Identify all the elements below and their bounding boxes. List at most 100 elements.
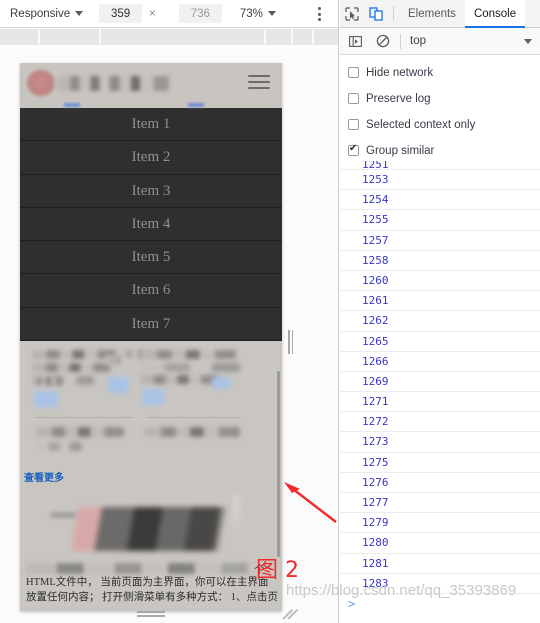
viewport-height-resize-handle[interactable] [137, 611, 165, 619]
tab-elements[interactable]: Elements [399, 0, 465, 28]
log-value: 1273 [362, 435, 389, 449]
menu-item-label: Item 2 [131, 149, 171, 166]
menu-item-label: Item 7 [131, 315, 171, 332]
log-value: 1271 [362, 395, 389, 409]
inspect-element-icon[interactable] [340, 2, 364, 26]
log-row: 1251 [340, 161, 540, 170]
log-row: 1269 [340, 372, 540, 393]
log-row: 1255 [340, 210, 540, 231]
option-group-similar[interactable]: Group similar [348, 141, 540, 160]
site-header [20, 63, 282, 103]
console-sidebar-icon[interactable] [343, 29, 367, 53]
menu-item-3[interactable]: Item 3 [20, 175, 282, 208]
log-row: 1276 [340, 473, 540, 493]
menu-item-6[interactable]: Item 6 [20, 274, 282, 308]
menu-item-5[interactable]: Item 5 [20, 241, 282, 275]
console-context-dropdown[interactable]: top [406, 35, 540, 47]
screenshot-root: Responsive 359 × 736 73% Item 1 Item 2 I… [0, 0, 540, 623]
chevron-down-icon [267, 11, 276, 16]
device-toolbar-icon[interactable] [364, 2, 388, 26]
log-value: 1266 [362, 354, 389, 368]
console-context-value: top [410, 35, 426, 47]
log-value: 1262 [362, 314, 389, 328]
page-scrollbar-thumb[interactable] [277, 371, 280, 558]
log-value: 1280 [362, 536, 389, 550]
menu-item-4[interactable]: Item 4 [20, 208, 282, 242]
viewport-corner-resize-handle[interactable] [282, 606, 298, 620]
see-more-link[interactable]: 查看更多 [24, 469, 64, 484]
log-value: 1276 [362, 475, 389, 489]
log-value: 1257 [362, 233, 389, 247]
site-content-area: 注意滑块的 新位置 查看更多 个 HTML文件中， 当前页面为主界面，你可以在主… [20, 341, 282, 606]
zoom-level-dropdown[interactable]: 73% [240, 8, 276, 20]
red-arrow-up-left-icon [284, 482, 337, 523]
log-value: 1275 [362, 455, 389, 469]
emulated-viewport[interactable]: Item 1 Item 2 Item 3 Item 4 Item 5 Item … [20, 63, 282, 611]
log-row: 1273 [340, 432, 540, 453]
menu-item-label: Item 3 [131, 182, 171, 199]
paragraph-line-1: HTML文件中， 当前页面为主界面，你可以在主界面 [26, 577, 269, 589]
tab-console[interactable]: Console [464, 0, 526, 28]
handle-bar [291, 330, 293, 354]
filterbar-divider [400, 33, 401, 49]
menu-item-label: Item 6 [131, 282, 171, 299]
log-value: 1260 [362, 273, 389, 287]
menu-item-label: Item 4 [131, 215, 171, 232]
log-value: 1279 [362, 516, 389, 530]
menu-item-7[interactable]: Item 7 [20, 308, 282, 342]
option-hide-network[interactable]: Hide network [348, 63, 540, 82]
log-row: 1253 [340, 170, 540, 191]
log-value: 1269 [362, 374, 389, 388]
viewport-ruler[interactable] [0, 29, 338, 45]
log-row: 1271 [340, 392, 540, 413]
log-row: 1272 [340, 412, 540, 433]
log-value: 1272 [362, 415, 389, 429]
site-title-text [57, 75, 169, 91]
viewport-width-input[interactable]: 359 [99, 4, 143, 23]
log-row: 1281 [340, 554, 540, 574]
side-slide-menu: Item 1 Item 2 Item 3 Item 4 Item 5 Item … [20, 108, 282, 342]
log-value: 1253 [362, 173, 389, 186]
option-preserve-log[interactable]: Preserve log [348, 89, 540, 108]
figure-label: 图 2 [256, 558, 299, 583]
chevron-down-icon [524, 38, 532, 44]
viewport-width-value: 359 [111, 7, 131, 20]
console-prompt[interactable]: > [340, 594, 540, 614]
devtools-panel: Elements Console top Hide network Preser… [340, 0, 540, 623]
log-row: 1261 [340, 291, 540, 312]
kebab-menu-icon[interactable] [311, 4, 327, 24]
checkbox[interactable] [348, 143, 359, 156]
kebab-dot [317, 12, 321, 16]
kebab-dot [317, 18, 321, 21]
option-selected-context-only[interactable]: Selected context only [348, 115, 540, 134]
clear-console-icon[interactable] [371, 29, 395, 53]
log-value: 1277 [362, 496, 389, 509]
menu-item-label: Item 1 [131, 116, 171, 132]
decorative-ink-art [48, 507, 244, 552]
log-value: 1283 [362, 576, 389, 590]
hamburger-bar [248, 75, 270, 77]
menu-item-2[interactable]: Item 2 [20, 141, 282, 175]
device-preset-dropdown[interactable]: Responsive [10, 8, 84, 20]
console-filter-bar: top [340, 28, 540, 55]
device-mode-toolbar: Responsive 359 × 736 73% [0, 0, 338, 28]
chevron-down-icon [75, 11, 84, 16]
log-value: 1251 [362, 161, 389, 170]
site-sublinks-row [20, 103, 282, 108]
log-value: 1258 [362, 253, 389, 267]
option-label: Selected context only [366, 118, 476, 131]
checkbox[interactable] [348, 67, 359, 78]
viewport-width-resize-handle[interactable] [288, 330, 295, 354]
devtools-tabbar: Elements Console [340, 0, 540, 28]
hamburger-menu-icon[interactable] [248, 75, 270, 89]
zoom-level-label: 73% [239, 7, 263, 20]
log-row: 1266 [340, 352, 540, 372]
log-row: 1277 [340, 493, 540, 514]
log-row: 1279 [340, 513, 540, 534]
checkbox[interactable] [348, 93, 359, 104]
menu-item-1[interactable]: Item 1 [20, 108, 282, 142]
checkbox[interactable] [348, 119, 359, 130]
viewport-height-input[interactable]: 736 [178, 4, 222, 23]
log-value: 1254 [362, 193, 389, 207]
console-log-list[interactable]: 1251 1253 1254 1255 1257 1258 1260 1261 … [340, 161, 540, 623]
